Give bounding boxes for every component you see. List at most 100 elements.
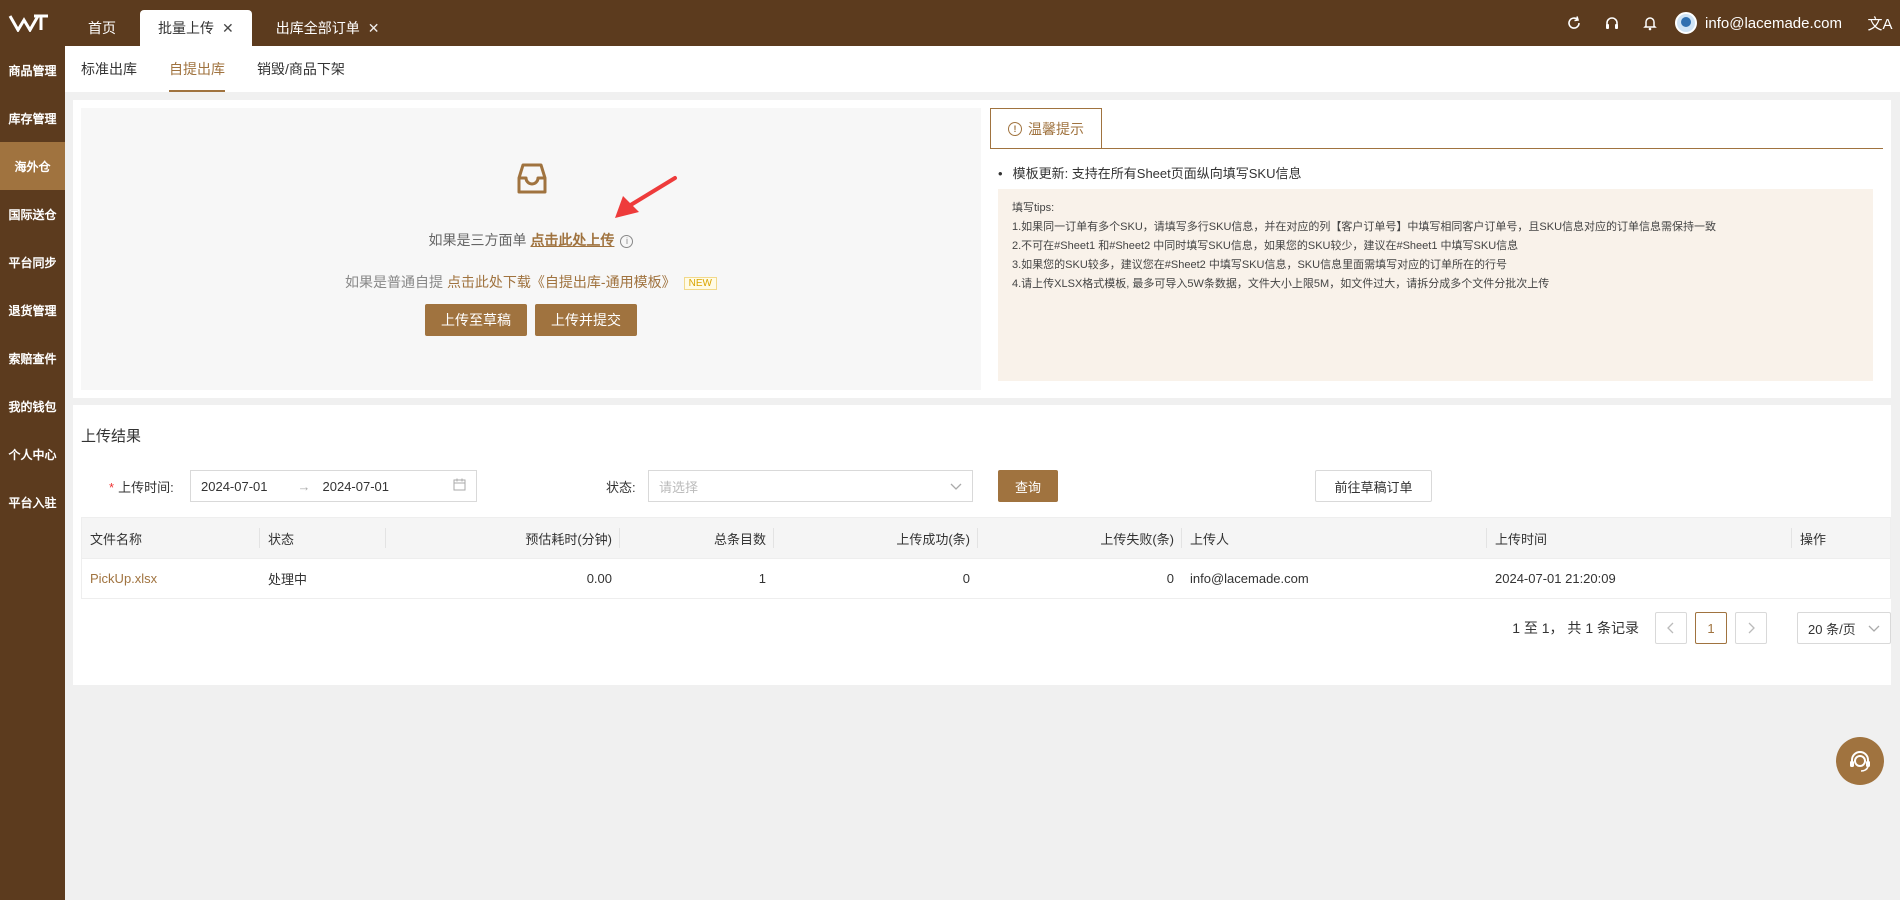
col-failed: 上传失败(条)	[978, 518, 1182, 558]
page-size-select[interactable]: 20 条/页	[1797, 612, 1891, 644]
tab-standard-outbound[interactable]: 标准出库	[81, 46, 137, 92]
start-date[interactable]: 2024-07-01	[201, 479, 268, 494]
col-status: 状态	[260, 518, 386, 558]
fill-tips-box: 填写tips: 1.如果同一订单有多个SKU，请填写多行SKU信息，并在对应的列…	[998, 189, 1873, 381]
sidebar-item-international-delivery[interactable]: 国际送仓	[0, 190, 65, 238]
tab-pickup-outbound[interactable]: 自提出库	[169, 46, 225, 92]
col-success: 上传成功(条)	[774, 518, 978, 558]
col-total: 总条目数	[620, 518, 774, 558]
sidebar-item-inventory-management[interactable]: 库存管理	[0, 94, 65, 142]
failed-cell: 0	[1166, 571, 1174, 586]
upload-to-draft-button[interactable]: 上传至草稿	[425, 304, 527, 336]
third-party-upload-line: 如果是三方面单 点击此处上传 i	[81, 230, 981, 250]
user-menu[interactable]: info@lacemade.com	[1675, 12, 1842, 34]
tip-line: 3.如果您的SKU较多，建议您在#Sheet2 中填写SKU信息，SKU信息里面…	[1012, 259, 1508, 271]
upload-and-submit-button[interactable]: 上传并提交	[535, 304, 637, 336]
page-tabs: 首页 批量上传 ✕ 出库全部订单 ✕	[70, 0, 403, 46]
arrow-right-icon: →	[297, 478, 311, 494]
filter-bar: * 上传时间: 2024-07-01 → 2024-07-01 状态: 请选择 查…	[73, 470, 1891, 502]
close-icon[interactable]: ✕	[222, 20, 234, 37]
success-cell: 0	[962, 571, 970, 586]
col-upload-time: 上传时间	[1487, 518, 1792, 558]
sidebar-item-wallet[interactable]: 我的钱包	[0, 382, 65, 430]
normal-pickup-prefix: 如果是普通自提	[345, 274, 447, 290]
brand-logo-icon[interactable]	[4, 8, 54, 38]
template-update-note: 模板更新: 支持在所有Sheet页面纵向填写SKU信息	[998, 163, 1302, 182]
date-range-picker[interactable]: 2024-07-01 → 2024-07-01	[190, 470, 477, 502]
top-bar: 首页 批量上传 ✕ 出库全部订单 ✕ info@lacemade.com 文A	[0, 0, 1900, 46]
total-cell: 1	[758, 571, 766, 586]
end-date[interactable]: 2024-07-01	[323, 479, 390, 494]
tip-line: 1.如果同一订单有多个SKU，请填写多行SKU信息，并在对应的列【客户订单号】中…	[1012, 221, 1717, 233]
upload-time-cell: 2024-07-01 21:20:09	[1495, 571, 1616, 586]
tab-all-outbound-orders[interactable]: 出库全部订单 ✕	[258, 10, 398, 46]
new-badge: NEW	[683, 276, 717, 290]
actions-cell	[1792, 559, 1890, 598]
sidebar-item-platform-sync[interactable]: 平台同步	[0, 238, 65, 286]
tab-label: 出库全部订单	[275, 20, 360, 36]
tab-home[interactable]: 首页	[70, 10, 134, 46]
red-arrow-icon	[601, 174, 681, 227]
sidebar: 商品管理 库存管理 海外仓 国际送仓 平台同步 退货管理 索赔查件 我的钱包 个…	[0, 46, 65, 900]
calendar-icon	[453, 478, 466, 494]
col-uploader: 上传人	[1182, 518, 1487, 558]
tab-label: 首页	[88, 20, 116, 36]
sidebar-item-profile[interactable]: 个人中心	[0, 430, 65, 478]
sidebar-item-platform-onboarding[interactable]: 平台入驻	[0, 478, 65, 526]
file-link[interactable]: PickUp.xlsx	[90, 571, 157, 586]
exclamation-icon: !	[1008, 121, 1022, 136]
tips-panel: 模板更新: 支持在所有Sheet页面纵向填写SKU信息 填写tips: 1.如果…	[990, 148, 1883, 390]
refresh-icon[interactable]	[1555, 0, 1593, 46]
sidebar-item-overseas-warehouse[interactable]: 海外仓	[0, 142, 65, 190]
download-template-link[interactable]: 点击此处下载《自提出库-通用模板》	[447, 274, 676, 290]
file-name-cell: PickUp.xlsx	[82, 559, 260, 598]
top-actions: info@lacemade.com 文A	[1555, 0, 1900, 46]
outbound-subtabs: 标准出库 自提出库 销毁/商品下架	[65, 46, 1900, 92]
tab-label: 批量上传	[158, 20, 214, 36]
page-number-button[interactable]: 1	[1695, 612, 1727, 644]
upload-results-section: 上传结果 * 上传时间: 2024-07-01 → 2024-07-01 状态: …	[73, 405, 1891, 685]
pagination-summary: 1 至 1， 共 1 条记录	[1512, 620, 1639, 636]
upload-here-link[interactable]: 点击此处上传	[530, 232, 614, 248]
pagination: 1 至 1， 共 1 条记录 1 20 条/页	[1512, 612, 1891, 644]
upload-dropzone[interactable]: 如果是三方面单 点击此处上传 i 如果是普通自提 点击此处下载《自提出库-通用模板…	[81, 108, 981, 390]
tips-heading: 填写tips:	[1012, 202, 1055, 214]
user-email: info@lacemade.com	[1705, 14, 1842, 32]
avatar	[1675, 12, 1698, 34]
customer-service-icon[interactable]	[1836, 737, 1884, 785]
status-select[interactable]: 请选择	[648, 470, 973, 502]
headset-icon[interactable]	[1593, 0, 1631, 46]
tips-tab-label: 温馨提示	[1028, 120, 1084, 137]
tab-batch-upload[interactable]: 批量上传 ✕	[140, 10, 252, 46]
uploader-cell: info@lacemade.com	[1190, 571, 1309, 586]
tip-line: 2.不可在#Sheet1 和#Sheet2 中同时填写SKU信息，如果您的SKU…	[1012, 240, 1519, 252]
next-page-button[interactable]	[1735, 612, 1767, 644]
upload-time-label-text: 上传时间:	[118, 480, 174, 495]
col-file-name: 文件名称	[82, 518, 260, 558]
template-download-line: 如果是普通自提 点击此处下载《自提出库-通用模板》 NEW	[81, 272, 981, 292]
tab-tips[interactable]: ! 温馨提示	[990, 108, 1102, 148]
tab-destroy-delist[interactable]: 销毁/商品下架	[257, 46, 345, 92]
section-title: 上传结果	[81, 428, 142, 445]
sidebar-item-returns[interactable]: 退货管理	[0, 286, 65, 334]
go-to-draft-orders-button[interactable]: 前往草稿订单	[1315, 470, 1432, 502]
query-button[interactable]: 查询	[998, 470, 1058, 502]
sidebar-item-product-management[interactable]: 商品管理	[0, 46, 65, 94]
chevron-down-icon	[1868, 621, 1880, 636]
status-placeholder: 请选择	[659, 479, 699, 495]
info-icon[interactable]: i	[620, 234, 634, 248]
eta-cell: 0.00	[586, 571, 612, 586]
bell-icon[interactable]	[1631, 0, 1669, 46]
tip-line: 4.请上传XLSX格式模板, 最多可导入5W条数据，文件大小上限5M，如文件过大…	[1012, 278, 1550, 290]
upload-section: 如果是三方面单 点击此处上传 i 如果是普通自提 点击此处下载《自提出库-通用模板…	[73, 100, 1891, 398]
upload-actions: 上传至草稿 上传并提交	[81, 304, 981, 336]
col-actions: 操作	[1800, 531, 1827, 547]
status-label: 状态:	[606, 480, 636, 495]
table-row: PickUp.xlsx 处理中 0.00 1 0 0 info@lacemade…	[82, 558, 1890, 598]
close-icon[interactable]: ✕	[368, 20, 380, 37]
translate-icon[interactable]: 文A	[1860, 13, 1900, 34]
status-cell: 处理中	[268, 572, 308, 587]
col-eta: 预估耗时(分钟)	[386, 518, 620, 558]
prev-page-button[interactable]	[1655, 612, 1687, 644]
sidebar-item-claims[interactable]: 索赔查件	[0, 334, 65, 382]
